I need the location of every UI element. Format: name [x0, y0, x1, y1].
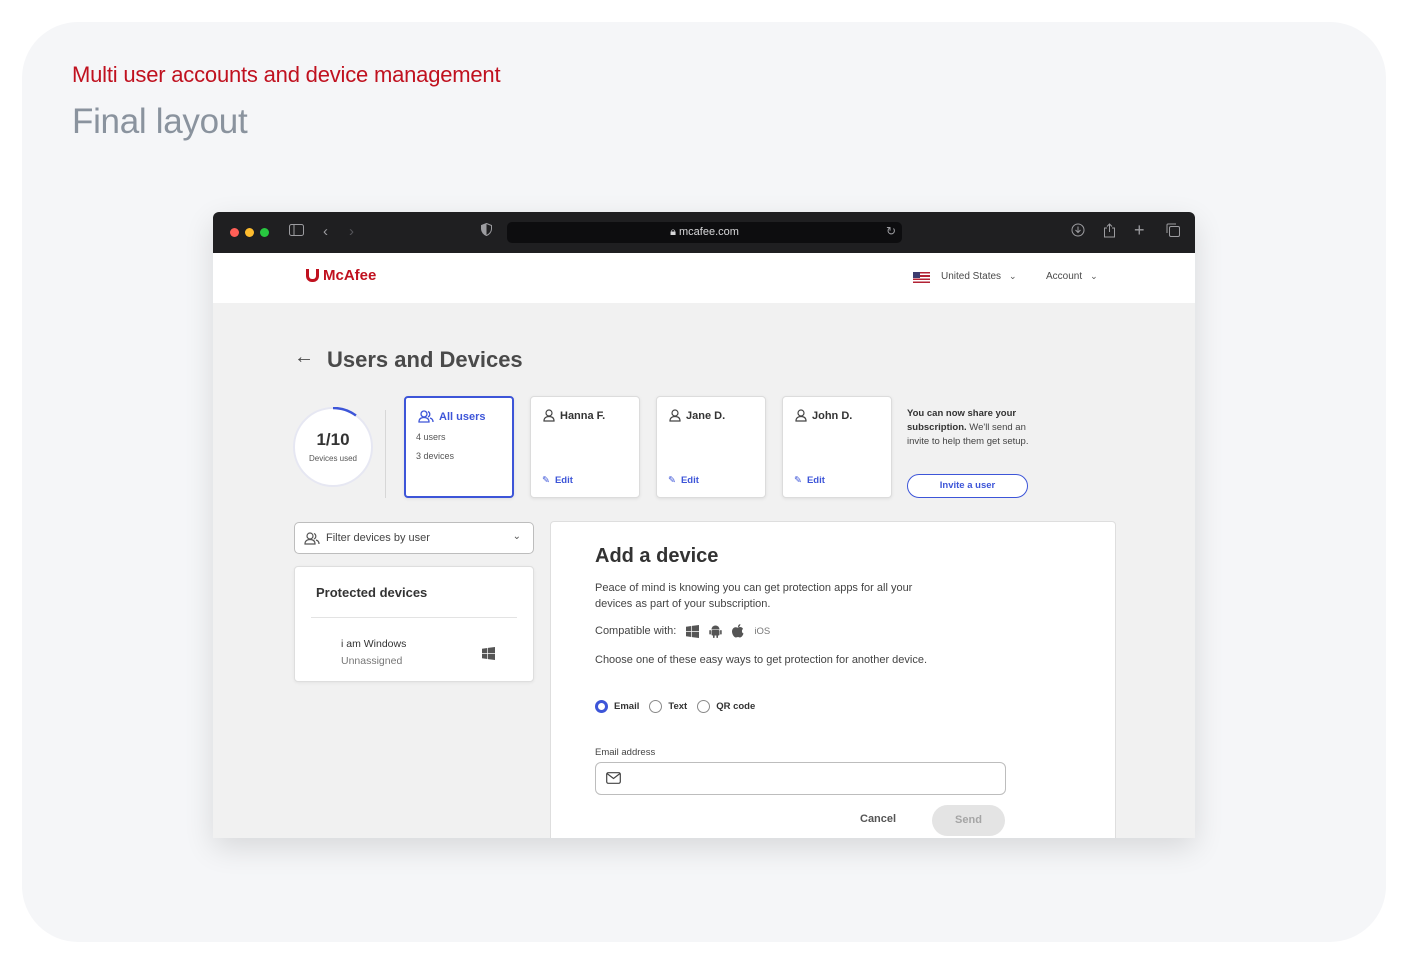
users-icon — [418, 410, 434, 423]
user-card-hanna[interactable]: Hanna F. ✎ Edit — [530, 396, 640, 498]
radio-qr-code[interactable]: QR code — [697, 700, 755, 713]
device-count: 3 devices — [416, 451, 455, 461]
mcafee-shield-icon — [306, 269, 319, 282]
user-icon — [669, 409, 681, 422]
protected-devices-title: Protected devices — [316, 585, 428, 600]
delivery-method-group: Email Text QR code — [595, 700, 755, 713]
pencil-icon: ✎ — [668, 475, 676, 486]
windows-icon — [686, 624, 700, 638]
tabs-overview-icon[interactable] — [1166, 223, 1180, 242]
radio-unselected-icon — [697, 700, 711, 713]
page-title: Users and Devices — [327, 347, 523, 372]
android-icon — [709, 625, 723, 638]
add-device-panel: Add a device Peace of mind is knowing yo… — [550, 521, 1116, 838]
radio-text[interactable]: Text — [649, 700, 687, 713]
pencil-icon: ✎ — [794, 475, 802, 486]
gauge-label: Devices used — [308, 454, 358, 463]
back-arrow-icon[interactable]: ← — [294, 346, 314, 369]
user-icon — [795, 409, 807, 422]
privacy-shield-icon[interactable] — [481, 222, 492, 241]
cancel-button[interactable]: Cancel — [860, 813, 896, 825]
email-address-label: Email address — [595, 747, 656, 758]
browser-window: ‹ › 🔒︎ mcafee.com ↻ + McAfee United Stat… — [213, 212, 1195, 838]
edit-user-button[interactable]: ✎ Edit — [794, 475, 825, 486]
choose-method-text: Choose one of these easy ways to get pro… — [595, 654, 928, 666]
invite-user-button[interactable]: Invite a user — [907, 474, 1028, 498]
radio-email[interactable]: Email — [595, 700, 639, 713]
add-device-description: Peace of mind is knowing you can get pro… — [595, 582, 913, 610]
edit-user-button[interactable]: ✎ Edit — [668, 475, 699, 486]
user-card-jane[interactable]: Jane D. ✎ Edit — [656, 396, 766, 498]
chevron-down-icon: ⌄ — [512, 531, 521, 542]
apple-icon — [732, 624, 744, 638]
radio-selected-icon — [595, 700, 608, 713]
minimize-window-button[interactable] — [245, 228, 254, 237]
devices-used-gauge: 1/10 Devices used — [293, 407, 373, 487]
device-name[interactable]: i am Windows — [341, 638, 406, 650]
reload-icon[interactable]: ↻ — [886, 224, 896, 238]
filter-devices-dropdown[interactable]: Filter devices by user ⌄ — [294, 522, 534, 554]
user-card-john[interactable]: John D. ✎ Edit — [782, 396, 892, 498]
radio-unselected-icon — [649, 700, 663, 713]
protected-devices-card: Protected devices i am Windows Unnassign… — [294, 566, 534, 682]
share-subscription-text: You can now share your subscription. We'… — [907, 408, 1029, 447]
add-device-title: Add a device — [595, 545, 719, 567]
compatible-platforms: Compatible with: iOS — [595, 624, 771, 638]
forward-nav-icon[interactable]: › — [349, 223, 354, 241]
chevron-down-icon: ⌄ — [1009, 271, 1017, 281]
lock-icon: 🔒︎ — [670, 226, 679, 238]
close-window-button[interactable] — [230, 228, 239, 237]
us-flag-icon — [913, 272, 930, 283]
ios-label: iOS — [754, 625, 771, 637]
divider — [385, 410, 386, 498]
email-field[interactable] — [630, 769, 990, 789]
edit-user-button[interactable]: ✎ Edit — [542, 475, 573, 486]
address-text: mcafee.com — [679, 226, 739, 238]
presentation-subtitle: Multi user accounts and device managemen… — [72, 62, 501, 87]
address-bar[interactable]: 🔒︎ mcafee.com ↻ — [507, 222, 902, 243]
windows-icon — [482, 647, 495, 660]
maximize-window-button[interactable] — [260, 228, 269, 237]
user-icon — [543, 409, 555, 422]
sidebar-toggle-icon[interactable] — [289, 223, 304, 241]
envelope-icon — [606, 772, 621, 784]
pencil-icon: ✎ — [542, 475, 550, 486]
country-selector[interactable]: United States ⌄ — [941, 271, 1017, 282]
gauge-value: 1/10 — [316, 430, 350, 449]
mcafee-logo[interactable]: McAfee — [306, 267, 376, 284]
filter-label: Filter devices by user — [326, 532, 430, 544]
browser-chrome: ‹ › 🔒︎ mcafee.com ↻ + — [213, 212, 1195, 253]
email-field-wrapper — [595, 762, 1006, 795]
site-header: McAfee United States ⌄ Account ⌄ — [213, 253, 1195, 303]
share-icon[interactable] — [1103, 223, 1116, 243]
user-card-all-users[interactable]: All users 4 users 3 devices — [404, 396, 514, 498]
presentation-title: Final layout — [72, 102, 248, 141]
send-button[interactable]: Send — [932, 805, 1005, 836]
new-tab-icon[interactable]: + — [1134, 221, 1145, 239]
divider — [311, 617, 517, 618]
download-icon[interactable] — [1071, 223, 1085, 242]
user-count: 4 users — [416, 432, 446, 442]
users-icon — [304, 532, 320, 545]
device-status: Unnassigned — [341, 655, 403, 667]
account-menu[interactable]: Account ⌄ — [1046, 271, 1098, 282]
back-nav-icon[interactable]: ‹ — [323, 223, 328, 241]
chevron-down-icon: ⌄ — [1090, 271, 1098, 281]
